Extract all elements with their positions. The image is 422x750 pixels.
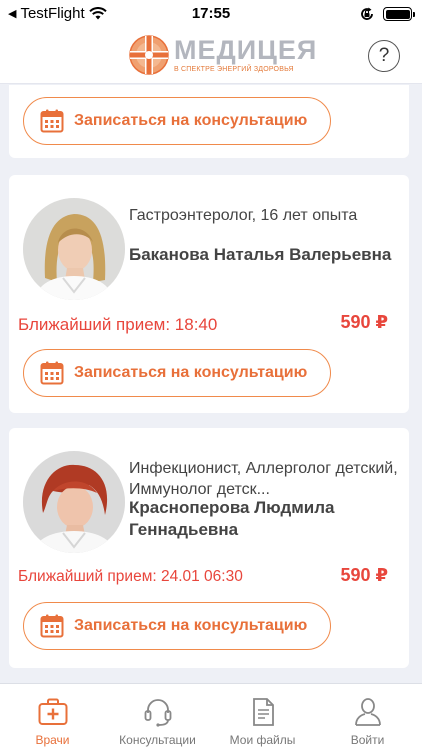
- logo-name: МЕДИЦЕЯ: [174, 34, 318, 65]
- orientation-lock-icon: [361, 7, 373, 20]
- calendar-icon: [40, 614, 64, 638]
- book-button-label: Записаться на консультацию: [74, 617, 308, 634]
- doctor-list[interactable]: Записаться на консультацию Гастроэнтерол…: [0, 85, 422, 683]
- book-consultation-button[interactable]: Записаться на консультацию: [23, 97, 331, 145]
- doctor-specialty: Гастроэнтеролог, 16 лет опыта: [129, 207, 358, 224]
- tab-label: Консультации: [119, 733, 196, 747]
- tab-my-files[interactable]: Мои файлы: [210, 684, 315, 750]
- calendar-icon: [40, 361, 64, 385]
- person-icon: [355, 698, 381, 726]
- nearest-appointment: Ближайший прием: 24.01 06:30: [18, 568, 243, 585]
- tab-label: Врачи: [35, 733, 70, 747]
- doctor-name: Баканова Наталья Валерьевна: [129, 245, 392, 264]
- consultation-price: 590 ₽: [340, 565, 388, 585]
- book-consultation-button[interactable]: Записаться на консультацию: [23, 349, 331, 397]
- logo-tagline: В СПЕКТРЕ ЭНЕРГИЙ ЗДОРОВЬЯ: [174, 65, 294, 73]
- doctor-specialty: Инфекционист, Аллерголог детский, Иммуно…: [129, 460, 398, 498]
- help-button[interactable]: ?: [368, 40, 400, 72]
- battery-icon: [383, 7, 415, 21]
- doctor-name: Красноперова Людмила Геннадьевна: [129, 498, 335, 539]
- status-bar: ◀ TestFlight 17:55: [0, 0, 422, 28]
- document-icon: [253, 698, 274, 726]
- book-button-label: Записаться на консультацию: [74, 364, 308, 381]
- tab-doctors[interactable]: Врачи: [0, 684, 105, 750]
- tab-login[interactable]: Войти: [315, 684, 420, 750]
- tab-label: Войти: [350, 733, 385, 747]
- doctor-photo: [23, 198, 125, 300]
- app-header: МЕДИЦЕЯ В СПЕКТРЕ ЭНЕРГИЙ ЗДОРОВЬЯ ?: [0, 28, 422, 84]
- logo-cross-icon: [129, 35, 169, 75]
- book-consultation-button[interactable]: Записаться на консультацию: [23, 602, 331, 650]
- headset-icon: [144, 699, 172, 727]
- medical-kit-icon: [38, 698, 68, 725]
- doctor-card: Записаться на консультацию: [9, 85, 409, 158]
- doctor-card[interactable]: Инфекционист, Аллерголог детский, Иммуно…: [9, 428, 409, 668]
- book-button-label: Записаться на консультацию: [74, 112, 308, 129]
- logo: МЕДИЦЕЯ В СПЕКТРЕ ЭНЕРГИЙ ЗДОРОВЬЯ: [128, 34, 317, 76]
- tab-label: Мои файлы: [229, 733, 296, 747]
- calendar-icon: [40, 109, 64, 133]
- doctor-photo: [23, 451, 125, 553]
- tab-consultations[interactable]: Консультации: [105, 684, 210, 750]
- nearest-appointment: Ближайший прием: 18:40: [18, 315, 218, 334]
- doctor-card[interactable]: Гастроэнтеролог, 16 лет опыта Баканова Н…: [9, 175, 409, 413]
- tab-bar: Врачи Консультации Мои файлы Войти: [0, 683, 422, 750]
- consultation-price: 590 ₽: [340, 312, 388, 332]
